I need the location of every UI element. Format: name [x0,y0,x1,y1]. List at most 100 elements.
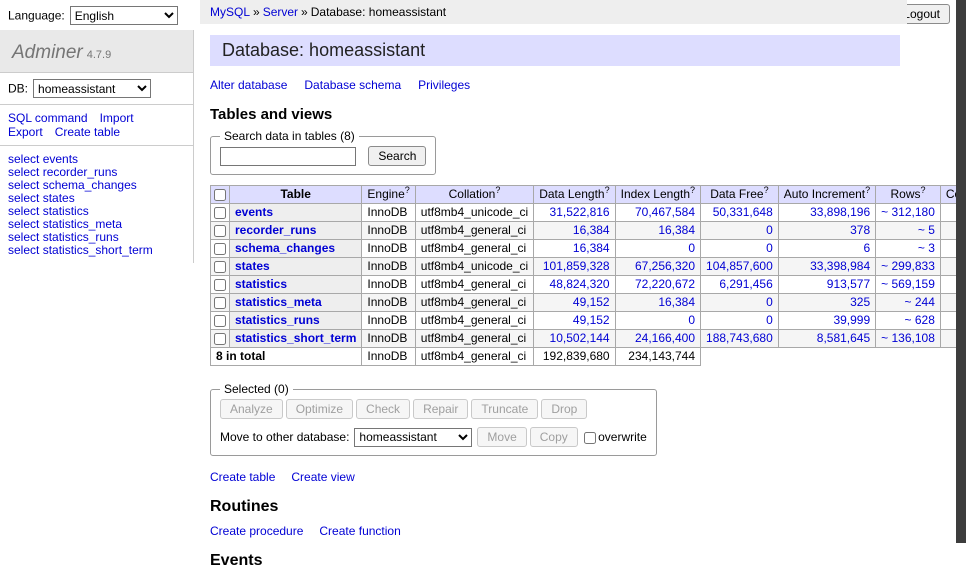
column-help-link[interactable]: ? [865,185,870,195]
data-free-link[interactable]: 0 [766,241,773,255]
rows-link[interactable]: ~ 244 [905,295,935,309]
table-name-link[interactable]: statistics_short_term [235,331,356,345]
column-help-link[interactable]: ? [405,185,410,195]
create-procedure-link[interactable]: Create procedure [210,524,303,538]
column-help-link[interactable]: ? [764,185,769,195]
rows-link[interactable]: ~ 312,180 [881,205,935,219]
auto-increment-link[interactable]: 378 [850,223,870,237]
export-link[interactable]: Export [8,125,43,139]
language-select[interactable]: English [70,6,178,25]
check-button[interactable]: Check [356,399,410,419]
move-database-select[interactable]: homeassistant [354,428,472,447]
data-length-link[interactable]: 10,502,144 [550,331,610,345]
sidebar-table-link[interactable]: statistics_runs [43,230,119,244]
create-view-link[interactable]: Create view [291,470,354,484]
index-length-link[interactable]: 72,220,672 [635,277,695,291]
column-help-link[interactable]: ? [495,185,500,195]
rows-link[interactable]: ~ 136,108 [881,331,935,345]
column-help-link[interactable]: ? [690,185,695,195]
rows-link[interactable]: ~ 3 [918,241,935,255]
rows-link[interactable]: ~ 299,833 [881,259,935,273]
optimize-button[interactable]: Optimize [286,399,353,419]
row-checkbox[interactable] [214,225,226,237]
adminer-logo-link[interactable]: Adminer [12,42,83,63]
row-checkbox[interactable] [214,297,226,309]
auto-increment-link[interactable]: 39,999 [833,313,870,327]
index-length-link[interactable]: 16,384 [658,223,695,237]
database-schema-link[interactable]: Database schema [304,78,401,92]
table-name-link[interactable]: events [235,205,273,219]
index-length-link[interactable]: 0 [688,241,695,255]
row-checkbox[interactable] [214,315,226,327]
data-free-link[interactable]: 0 [766,223,773,237]
import-link[interactable]: Import [100,111,134,125]
create-function-link[interactable]: Create function [319,524,400,538]
row-checkbox[interactable] [214,333,226,345]
index-length-link[interactable]: 67,256,320 [635,259,695,273]
select-all-checkbox[interactable] [214,189,226,201]
data-length-link[interactable]: 16,384 [573,241,610,255]
sidebar-select-link[interactable]: select [8,165,39,179]
index-length-link[interactable]: 24,166,400 [635,331,695,345]
sidebar-table-link[interactable]: schema_changes [43,178,137,192]
data-length-link[interactable]: 49,152 [573,295,610,309]
auto-increment-link[interactable]: 8,581,645 [817,331,870,345]
auto-increment-link[interactable]: 6 [863,241,870,255]
rows-link[interactable]: ~ 5 [918,223,935,237]
sql-command-link[interactable]: SQL command [8,111,88,125]
table-name-link[interactable]: schema_changes [235,241,335,255]
table-name-link[interactable]: statistics_runs [235,313,320,327]
data-free-link[interactable]: 6,291,456 [719,277,772,291]
privileges-link[interactable]: Privileges [418,78,470,92]
overwrite-label[interactable]: overwrite [598,430,647,444]
data-length-link[interactable]: 16,384 [573,223,610,237]
auto-increment-link[interactable]: 33,398,984 [810,259,870,273]
alter-database-link[interactable]: Alter database [210,78,287,92]
sidebar-select-link[interactable]: select [8,204,39,218]
table-name-link[interactable]: statistics [235,277,287,291]
row-checkbox[interactable] [214,261,226,273]
data-free-link[interactable]: 0 [766,313,773,327]
row-checkbox[interactable] [214,207,226,219]
sidebar-table-link[interactable]: statistics [43,204,89,218]
db-select[interactable]: homeassistant [33,79,151,98]
auto-increment-link[interactable]: 33,898,196 [810,205,870,219]
breadcrumb-server-link[interactable]: Server [263,5,298,19]
copy-button[interactable]: Copy [530,427,578,447]
auto-increment-link[interactable]: 325 [850,295,870,309]
sidebar-select-link[interactable]: select [8,178,39,192]
rows-link[interactable]: ~ 569,159 [881,277,935,291]
data-length-link[interactable]: 48,824,320 [550,277,610,291]
data-free-link[interactable]: 50,331,648 [713,205,773,219]
sidebar-table-link[interactable]: events [43,152,78,166]
row-checkbox[interactable] [214,243,226,255]
drop-button[interactable]: Drop [541,399,587,419]
data-length-link[interactable]: 101,859,328 [543,259,610,273]
data-length-link[interactable]: 31,522,816 [550,205,610,219]
auto-increment-link[interactable]: 913,577 [827,277,870,291]
table-name-link[interactable]: recorder_runs [235,223,316,237]
index-length-link[interactable]: 16,384 [658,295,695,309]
create-table-link[interactable]: Create table [210,470,275,484]
sidebar-select-link[interactable]: select [8,230,39,244]
index-length-link[interactable]: 70,467,584 [635,205,695,219]
analyze-button[interactable]: Analyze [220,399,283,419]
truncate-button[interactable]: Truncate [471,399,538,419]
column-help-link[interactable]: ? [605,185,610,195]
row-checkbox[interactable] [214,279,226,291]
scrollbar[interactable] [956,0,966,543]
overwrite-checkbox[interactable] [584,432,596,444]
sidebar-table-link[interactable]: recorder_runs [43,165,118,179]
sidebar-select-link[interactable]: select [8,191,39,205]
data-free-link[interactable]: 188,743,680 [706,331,773,345]
data-length-link[interactable]: 49,152 [573,313,610,327]
table-name-link[interactable]: states [235,259,270,273]
breadcrumb-mysql-link[interactable]: MySQL [210,5,250,19]
sidebar-select-link[interactable]: select [8,217,39,231]
search-button[interactable]: Search [368,146,426,166]
index-length-link[interactable]: 0 [688,313,695,327]
sidebar-table-link[interactable]: statistics_short_term [43,243,153,257]
data-free-link[interactable]: 0 [766,295,773,309]
create-table-link-sidebar[interactable]: Create table [55,125,120,139]
data-free-link[interactable]: 104,857,600 [706,259,773,273]
